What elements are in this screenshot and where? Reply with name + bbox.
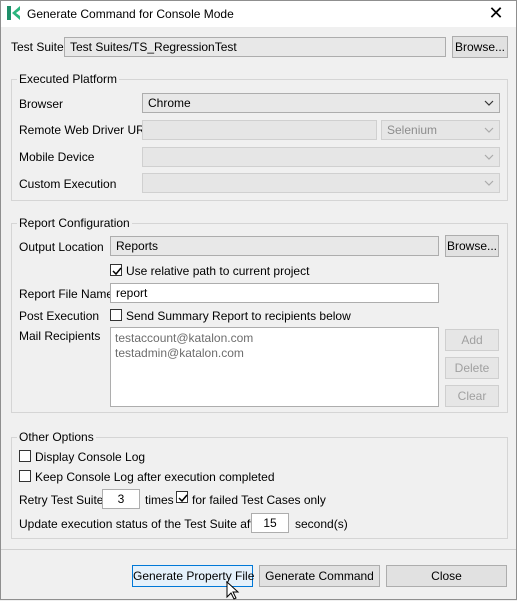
update-status-label: Update execution status of the Test Suit… — [19, 517, 265, 531]
chevron-down-icon — [484, 100, 494, 106]
generate-command-button[interactable]: Generate Command — [259, 565, 380, 587]
delete-recipient-button[interactable]: Delete — [445, 357, 499, 379]
report-file-name-label: Report File Name — [19, 287, 114, 301]
post-execution-label: Post Execution — [19, 309, 100, 323]
checkmark-icon — [178, 494, 188, 503]
mail-recipients-list[interactable]: testaccount@katalon.com testadmin@katalo… — [110, 327, 439, 407]
relative-path-checkbox[interactable] — [110, 264, 122, 276]
test-suite-browse-button[interactable]: Browse... — [452, 36, 508, 58]
browser-value: Chrome — [148, 96, 191, 110]
send-summary-checkbox[interactable] — [110, 309, 122, 321]
display-console-log-checkbox[interactable] — [19, 450, 31, 462]
katalon-logo-icon — [7, 6, 20, 20]
browser-select[interactable]: Chrome — [142, 93, 500, 113]
mouse-cursor-icon — [226, 581, 240, 600]
window-title: Generate Command for Console Mode — [27, 7, 234, 21]
custom-execution-label: Custom Execution — [19, 177, 117, 191]
failed-only-checkbox[interactable] — [176, 491, 188, 503]
mail-recipients-label: Mail Recipients — [19, 329, 101, 343]
add-recipient-button[interactable]: Add — [445, 329, 499, 351]
chevron-down-icon — [484, 180, 494, 186]
checkmark-icon — [112, 267, 122, 276]
close-icon[interactable]: ✕ — [484, 3, 508, 23]
send-summary-label: Send Summary Report to recipients below — [126, 309, 351, 323]
title-bar: Generate Command for Console Mode ✕ — [1, 1, 516, 27]
retry-count-field[interactable]: 3 — [102, 489, 140, 509]
mobile-device-label: Mobile Device — [19, 150, 95, 164]
mobile-device-select[interactable] — [142, 147, 500, 167]
test-suite-field[interactable]: Test Suites/TS_RegressionTest — [64, 37, 446, 57]
display-console-log-label: Display Console Log — [35, 450, 146, 464]
chevron-down-icon — [484, 154, 494, 160]
list-item[interactable]: testadmin@katalon.com — [115, 346, 434, 361]
report-file-name-field[interactable]: report — [110, 283, 439, 303]
browser-label: Browser — [19, 97, 64, 111]
seconds-label: second(s) — [295, 517, 348, 531]
close-button[interactable]: Close — [386, 565, 507, 587]
output-location-field[interactable]: Reports — [110, 236, 439, 256]
remote-type-value: Selenium — [387, 123, 438, 137]
times-label: times — [145, 493, 174, 507]
other-options-title: Other Options — [17, 430, 96, 444]
report-configuration-title: Report Configuration — [17, 216, 132, 230]
output-browse-button[interactable]: Browse... — [445, 235, 499, 257]
update-interval-field[interactable]: 15 — [251, 513, 289, 533]
remote-url-label: Remote Web Driver URL — [19, 123, 152, 137]
remote-type-select[interactable]: Selenium — [381, 120, 500, 140]
custom-execution-select[interactable] — [142, 173, 500, 193]
list-item[interactable]: testaccount@katalon.com — [115, 331, 434, 346]
keep-console-log-checkbox[interactable] — [19, 470, 31, 482]
retry-test-suite-label: Retry Test Suite — [19, 493, 104, 507]
test-suite-label: Test Suite — [11, 40, 64, 54]
relative-path-label: Use relative path to current project — [126, 264, 310, 278]
chevron-down-icon — [484, 127, 494, 133]
keep-console-log-label: Keep Console Log after execution complet… — [35, 470, 275, 484]
failed-only-label: for failed Test Cases only — [192, 493, 326, 507]
dialog-window: Generate Command for Console Mode ✕ Test… — [0, 0, 517, 600]
footer-separator — [1, 549, 516, 550]
clear-recipients-button[interactable]: Clear — [445, 385, 499, 407]
executed-platform-title: Executed Platform — [17, 72, 120, 86]
remote-url-field[interactable] — [142, 120, 377, 140]
output-location-label: Output Location — [19, 240, 104, 254]
